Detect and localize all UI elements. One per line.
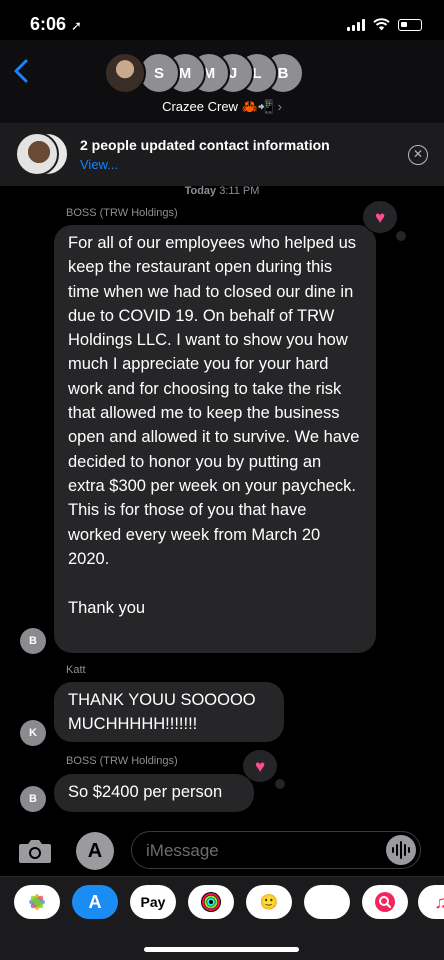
- apple-pay-icon[interactable]: Pay: [130, 885, 176, 919]
- apple-pay-label: Pay: [140, 894, 166, 910]
- contact-photo: [15, 132, 59, 176]
- status-time: 6:06 ➚: [30, 14, 82, 34]
- music-icon[interactable]: ♫: [418, 885, 444, 919]
- app-drawer: A Pay 🙂 🐵 ♫: [0, 876, 444, 960]
- message-text: For all of our employees who helped us k…: [68, 234, 360, 568]
- sender-avatar[interactable]: K: [20, 720, 46, 746]
- cellular-signal-icon: [347, 18, 365, 31]
- message-timestamp: Today 3:11 PM: [184, 185, 260, 197]
- home-indicator[interactable]: [144, 947, 299, 952]
- back-chevron-icon[interactable]: [10, 56, 34, 86]
- animoji-icon[interactable]: 🐵: [304, 885, 350, 919]
- imessage-placeholder: iMessage: [146, 841, 219, 860]
- memoji-icon[interactable]: 🙂: [246, 885, 292, 919]
- sender-avatar[interactable]: B: [20, 628, 46, 654]
- message-bubble[interactable]: So $2400 per person: [54, 774, 254, 812]
- app-store-icon[interactable]: A: [72, 885, 118, 919]
- photos-icon[interactable]: [14, 885, 60, 919]
- group-name[interactable]: Crazee Crew 🦀📲 ›: [0, 99, 444, 115]
- message-text: So $2400 per person: [68, 783, 223, 801]
- close-icon[interactable]: ✕: [408, 145, 428, 165]
- search-images-icon[interactable]: [362, 885, 408, 919]
- view-link[interactable]: View...: [80, 157, 118, 172]
- audio-message-icon[interactable]: [386, 835, 416, 865]
- heart-tapback-icon[interactable]: ♥: [242, 749, 278, 783]
- app-store-button[interactable]: A: [76, 832, 114, 870]
- imessage-input[interactable]: iMessage: [131, 831, 421, 869]
- tapback-tail: [275, 779, 285, 789]
- activity-icon[interactable]: [188, 885, 234, 919]
- contact-photos: [15, 132, 69, 176]
- heart-tapback-icon[interactable]: ♥: [362, 200, 398, 234]
- message-text: THANK YOUU SOOOOO MUCHHHHH!!!!!!!: [68, 691, 256, 734]
- sender-name: Katt: [66, 664, 86, 676]
- sender-name: BOSS (TRW Holdings): [66, 207, 178, 219]
- conversation-header: B L J M M S Crazee Crew 🦀📲 ›: [0, 40, 444, 124]
- wifi-icon: [373, 18, 390, 31]
- camera-icon[interactable]: [18, 838, 52, 864]
- message-bubble[interactable]: For all of our employees who helped us k…: [54, 225, 376, 653]
- contact-update-banner[interactable]: 2 people updated contact information Vie…: [0, 124, 444, 186]
- message-text: Thank you: [68, 599, 146, 618]
- member-photo-avatar: [104, 52, 146, 94]
- tapback-tail: [396, 231, 406, 241]
- sender-name: BOSS (TRW Holdings): [66, 755, 178, 767]
- banner-title: 2 people updated contact information: [80, 137, 330, 153]
- battery-icon: [398, 18, 422, 31]
- status-icons: [347, 18, 422, 31]
- group-avatars[interactable]: B L J M M S: [104, 52, 344, 96]
- message-bubble[interactable]: THANK YOUU SOOOOO MUCHHHHH!!!!!!!: [54, 682, 284, 742]
- sender-avatar[interactable]: B: [20, 786, 46, 812]
- compose-bar: A iMessage: [0, 824, 444, 880]
